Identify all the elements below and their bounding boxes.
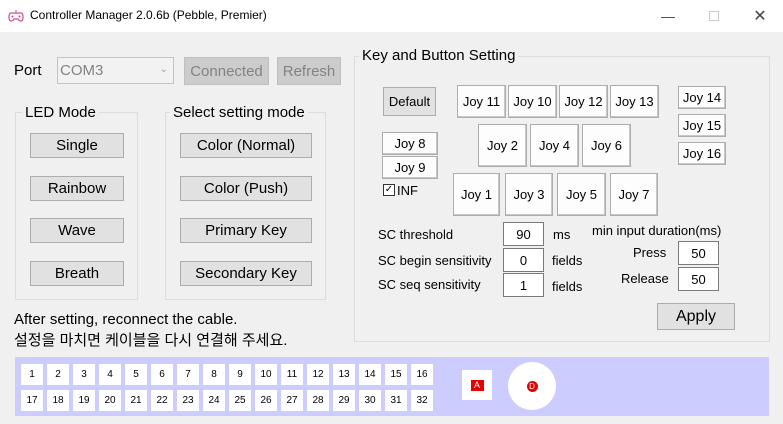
indicator-cell: 32 <box>411 390 433 411</box>
marker-d: D <box>526 380 538 392</box>
joy-15-button[interactable]: Joy 15 <box>678 114 726 137</box>
port-label: Port <box>14 62 42 79</box>
maximize-icon <box>709 11 719 21</box>
led-wave-button[interactable]: Wave <box>30 218 124 243</box>
indicator-cell: 7 <box>177 364 199 385</box>
sc-seq-input[interactable]: 1 <box>503 273 544 297</box>
sc-begin-unit: fields <box>552 253 583 268</box>
key-setting-title: Key and Button Setting <box>359 47 519 64</box>
minimize-icon: — <box>661 8 675 24</box>
joy-9-button[interactable]: Joy 9 <box>382 156 438 179</box>
minimize-button[interactable]: — <box>645 0 691 32</box>
chevron-down-icon: ⌄ <box>159 64 168 75</box>
setting-mode-title: Select setting mode <box>170 104 308 121</box>
indicator-cell: 9 <box>229 364 251 385</box>
window-title: Controller Manager 2.0.6b (Pebble, Premi… <box>30 8 267 22</box>
marker-a: A <box>470 379 484 391</box>
close-button[interactable]: ✕ <box>737 0 783 32</box>
gamepad-icon <box>8 10 24 22</box>
led-rainbow-button[interactable]: Rainbow <box>30 176 124 201</box>
indicator-cell: 2 <box>47 364 69 385</box>
connected-button[interactable]: Connected <box>184 57 269 85</box>
indicator-cell: 18 <box>47 390 69 411</box>
joy-5-button[interactable]: Joy 5 <box>557 173 606 216</box>
default-button[interactable]: Default <box>383 87 436 116</box>
sc-threshold-input[interactable]: 90 <box>503 222 544 246</box>
indicator-cell: 20 <box>99 390 121 411</box>
apply-button[interactable]: Apply <box>657 303 735 330</box>
refresh-button[interactable]: Refresh <box>277 57 341 85</box>
inf-checkbox[interactable]: ✓ <box>383 184 395 196</box>
indicator-cell: 12 <box>307 364 329 385</box>
joy-13-button[interactable]: Joy 13 <box>610 85 659 118</box>
indicator-cell: 30 <box>359 390 381 411</box>
indicator-cell: 15 <box>385 364 407 385</box>
indicator-cell: 10 <box>255 364 277 385</box>
color-normal-button[interactable]: Color (Normal) <box>180 133 312 158</box>
indicator-cell: 1 <box>21 364 43 385</box>
indicator-cell: 8 <box>203 364 225 385</box>
indicator-cell: 24 <box>203 390 225 411</box>
color-push-button[interactable]: Color (Push) <box>180 176 312 201</box>
release-input[interactable]: 50 <box>678 267 719 291</box>
indicator-cell: 16 <box>411 364 433 385</box>
indicator-cell: 31 <box>385 390 407 411</box>
joy-7-button[interactable]: Joy 7 <box>610 173 658 216</box>
joy-14-button[interactable]: Joy 14 <box>678 86 726 109</box>
joy-4-button[interactable]: Joy 4 <box>530 124 579 167</box>
indicator-cell: 6 <box>151 364 173 385</box>
indicator-cell: 3 <box>73 364 95 385</box>
notice-en: After setting, reconnect the cable. <box>14 311 238 328</box>
press-label: Press <box>633 245 667 260</box>
indicator-cell: 14 <box>359 364 381 385</box>
marker-d-circle: D <box>508 362 556 410</box>
joy-8-button[interactable]: Joy 8 <box>382 132 438 155</box>
maximize-button[interactable] <box>691 0 737 32</box>
inf-label: INF <box>397 183 418 198</box>
indicator-cell: 13 <box>333 364 355 385</box>
indicator-cell: 29 <box>333 390 355 411</box>
led-breath-button[interactable]: Breath <box>30 261 124 286</box>
indicator-cell: 22 <box>151 390 173 411</box>
joy-3-button[interactable]: Joy 3 <box>505 173 553 216</box>
joy-6-button[interactable]: Joy 6 <box>582 124 631 167</box>
indicator-cell: 21 <box>125 390 147 411</box>
release-label: Release <box>621 271 669 286</box>
sc-threshold-unit: ms <box>553 227 571 242</box>
indicator-cell: 27 <box>281 390 303 411</box>
joy-11-button[interactable]: Joy 11 <box>457 85 506 118</box>
secondary-key-button[interactable]: Secondary Key <box>180 261 312 286</box>
checkmark-icon: ✓ <box>384 184 394 195</box>
sc-threshold-label: SC threshold <box>378 227 454 242</box>
indicator-cell: 11 <box>281 364 303 385</box>
joy-12-button[interactable]: Joy 12 <box>559 85 608 118</box>
indicator-cell: 23 <box>177 390 199 411</box>
joy-2-button[interactable]: Joy 2 <box>478 124 527 167</box>
port-value: COM3 <box>60 62 104 79</box>
joy-16-button[interactable]: Joy 16 <box>678 142 726 165</box>
indicator-cell: 4 <box>99 364 121 385</box>
port-select[interactable]: COM3 ⌄ <box>57 57 174 84</box>
notice-ko: 설정을 마치면 케이블을 다시 연결해 주세요. <box>14 332 288 349</box>
primary-key-button[interactable]: Primary Key <box>180 218 312 243</box>
indicator-cell: 19 <box>73 390 95 411</box>
indicator-cell: 26 <box>255 390 277 411</box>
joy-1-button[interactable]: Joy 1 <box>453 173 500 216</box>
close-icon: ✕ <box>753 8 767 25</box>
indicator-cell: 5 <box>125 364 147 385</box>
sc-seq-unit: fields <box>552 279 583 294</box>
indicator-cell: 28 <box>307 390 329 411</box>
indicator-cell: 25 <box>229 390 251 411</box>
sc-begin-label: SC begin sensitivity <box>378 253 492 268</box>
indicator-cell: 17 <box>21 390 43 411</box>
min-input-title: min input duration(ms) <box>592 223 722 238</box>
joy-10-button[interactable]: Joy 10 <box>508 85 557 118</box>
led-mode-title: LED Mode <box>22 104 99 121</box>
press-input[interactable]: 50 <box>678 241 719 265</box>
sc-seq-label: SC seq sensitivity <box>378 277 481 292</box>
sc-begin-input[interactable]: 0 <box>503 248 544 272</box>
marker-a-box: A <box>462 370 492 400</box>
led-single-button[interactable]: Single <box>30 133 124 158</box>
